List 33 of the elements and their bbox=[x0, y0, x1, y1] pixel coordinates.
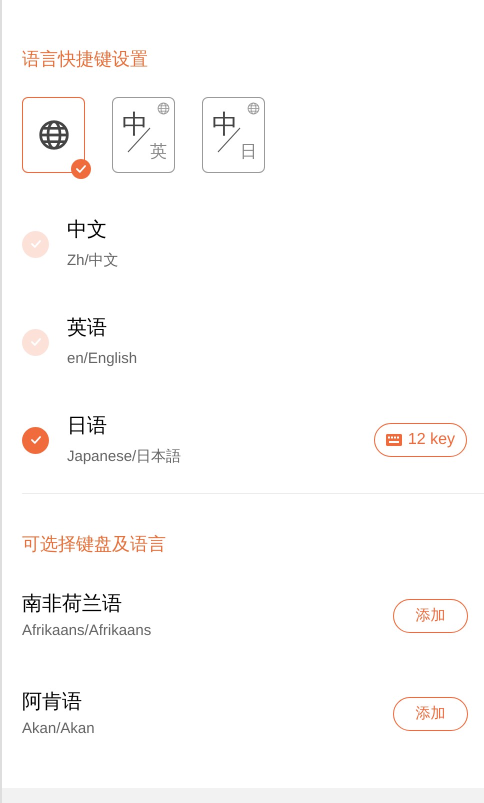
check-badge-icon bbox=[71, 159, 91, 179]
shortcut-mode-tile[interactable]: 中 日 bbox=[202, 97, 265, 173]
shortcut-mode-tile[interactable]: 中 英 bbox=[112, 97, 175, 173]
language-code: Afrikaans/Afrikaans bbox=[22, 622, 152, 640]
tile-sub-char: 日 bbox=[240, 142, 257, 162]
language-code: Zh/中文 bbox=[67, 252, 120, 270]
shortcut-mode-tile[interactable] bbox=[22, 97, 85, 173]
language-code: Akan/Akan bbox=[22, 720, 96, 738]
tile-sub-char: 英 bbox=[150, 142, 167, 162]
language-name: 阿肯语 bbox=[22, 690, 83, 714]
language-code: Japanese/日本語 bbox=[67, 448, 182, 466]
language-name: 日语 bbox=[67, 414, 108, 438]
checkbox[interactable] bbox=[22, 426, 49, 454]
checkbox[interactable] bbox=[22, 328, 49, 356]
language-name: 南非荷兰语 bbox=[22, 592, 123, 616]
keyboard-icon bbox=[386, 434, 402, 446]
checkbox[interactable] bbox=[22, 230, 49, 258]
add-button[interactable]: 添加 bbox=[393, 599, 468, 633]
globe-icon bbox=[247, 102, 260, 115]
keyboard-layout-button[interactable]: 12 key bbox=[374, 423, 467, 457]
tile-main-char: 中 bbox=[212, 110, 238, 138]
language-code: en/English bbox=[67, 350, 138, 368]
section-title: 语言快捷键设置 bbox=[22, 48, 149, 71]
add-button[interactable]: 添加 bbox=[393, 697, 468, 731]
globe-icon bbox=[38, 119, 70, 151]
language-name: 中文 bbox=[67, 218, 108, 242]
tile-main-char: 中 bbox=[122, 110, 148, 138]
check-icon bbox=[28, 433, 42, 447]
globe-icon bbox=[157, 102, 170, 115]
check-icon bbox=[28, 237, 42, 251]
language-name: 英语 bbox=[67, 316, 108, 340]
check-icon bbox=[28, 335, 42, 349]
section-title: 可选择键盘及语言 bbox=[22, 533, 167, 556]
